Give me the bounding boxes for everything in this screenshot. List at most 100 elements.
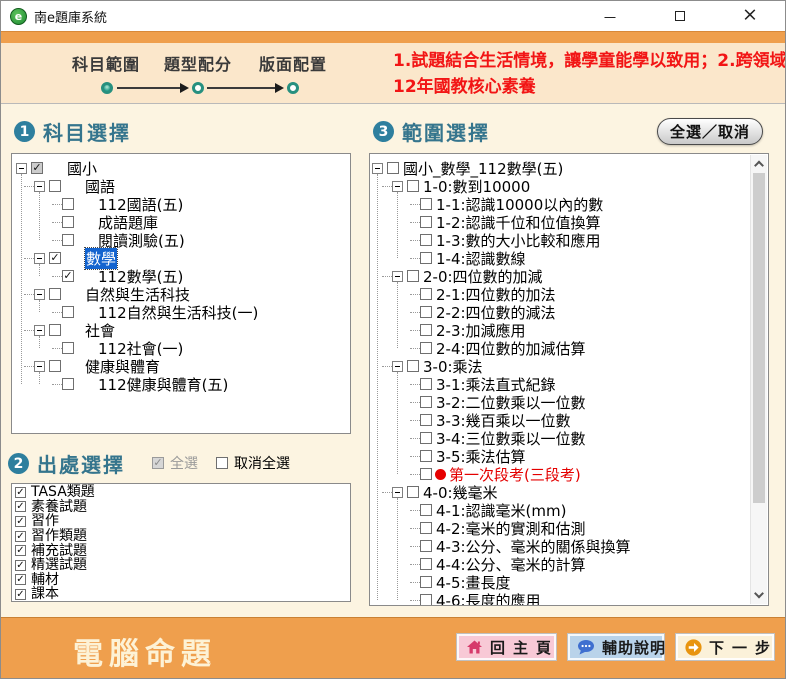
checkbox[interactable]: ✓ bbox=[15, 560, 26, 571]
collapse-toggle-icon[interactable] bbox=[34, 325, 45, 336]
tree-node[interactable]: 3-2:二位數乘以一位數 bbox=[370, 393, 751, 411]
checkbox[interactable] bbox=[420, 576, 432, 588]
tree-node[interactable]: 國語 bbox=[12, 177, 350, 195]
checkbox[interactable]: ✓ bbox=[15, 501, 26, 512]
collapse-toggle-icon[interactable] bbox=[392, 361, 403, 372]
tree-node[interactable]: 2-4:四位數的加減估算 bbox=[370, 339, 751, 357]
checkbox[interactable] bbox=[49, 288, 61, 300]
checkbox[interactable]: ✓ bbox=[15, 574, 26, 585]
checkbox[interactable] bbox=[420, 324, 432, 336]
source-list-item[interactable]: ✓ 輔材 bbox=[12, 573, 350, 588]
tree-node[interactable]: 3-0:乘法 bbox=[370, 357, 751, 375]
checkbox[interactable] bbox=[407, 180, 419, 192]
checkbox[interactable] bbox=[420, 306, 432, 318]
checkbox[interactable]: ✓ bbox=[62, 270, 74, 282]
scroll-down-icon[interactable] bbox=[754, 589, 764, 599]
collapse-toggle-icon[interactable] bbox=[34, 361, 45, 372]
deselect-all-control[interactable]: 取消全選 bbox=[216, 453, 290, 473]
source-list-item[interactable]: ✓ 課本 bbox=[12, 587, 350, 602]
checkbox[interactable] bbox=[62, 306, 74, 318]
checkbox[interactable] bbox=[407, 270, 419, 282]
collapse-toggle-icon[interactable] bbox=[392, 487, 403, 498]
tree-node[interactable]: 第一次段考(三段考) bbox=[370, 465, 751, 483]
scrollbar[interactable] bbox=[750, 155, 767, 604]
checkbox[interactable] bbox=[49, 180, 61, 192]
tree-node[interactable]: 閱讀測驗(五) bbox=[12, 231, 350, 249]
source-list-item[interactable]: ✓ TASA類題 bbox=[12, 485, 350, 500]
checkbox[interactable] bbox=[420, 540, 432, 552]
collapse-toggle-icon[interactable] bbox=[16, 163, 27, 174]
checkbox[interactable]: ✓ bbox=[31, 162, 43, 174]
source-list-item[interactable]: ✓ 習作類題 bbox=[12, 529, 350, 544]
source-item-label[interactable]: 課本 bbox=[31, 587, 59, 601]
close-button[interactable]: × bbox=[715, 1, 785, 31]
tree-node[interactable]: 3-3:幾百乘以一位數 bbox=[370, 411, 751, 429]
source-item-label[interactable]: 補充試題 bbox=[31, 544, 87, 558]
checkbox[interactable] bbox=[49, 324, 61, 336]
select-all-control[interactable]: ✓ 全選 bbox=[152, 453, 198, 473]
tree-node[interactable]: 1-2:認識千位和位值換算 bbox=[370, 213, 751, 231]
checkbox[interactable] bbox=[420, 450, 432, 462]
tree-node[interactable]: 112國語(五) bbox=[12, 195, 350, 213]
tree-node[interactable]: 2-3:加減應用 bbox=[370, 321, 751, 339]
collapse-toggle-icon[interactable] bbox=[34, 181, 45, 192]
checkbox[interactable] bbox=[420, 504, 432, 516]
checkbox[interactable]: ✓ bbox=[15, 531, 26, 542]
tree-node[interactable]: 1-3:數的大小比較和應用 bbox=[370, 231, 751, 249]
source-item-label[interactable]: TASA類題 bbox=[31, 485, 95, 499]
deselect-all-checkbox[interactable] bbox=[216, 457, 228, 469]
select-all-checkbox[interactable]: ✓ bbox=[152, 457, 164, 469]
source-item-label[interactable]: 精選試題 bbox=[31, 558, 87, 572]
checkbox[interactable] bbox=[420, 558, 432, 570]
tree-node[interactable]: 2-2:四位數的減法 bbox=[370, 303, 751, 321]
tree-node[interactable]: ✓112數學(五) bbox=[12, 267, 350, 285]
minimize-button[interactable] bbox=[575, 1, 645, 31]
checkbox[interactable] bbox=[420, 198, 432, 210]
collapse-toggle-icon[interactable] bbox=[34, 253, 45, 264]
checkbox[interactable]: ✓ bbox=[15, 516, 26, 527]
tree-node[interactable]: 4-5:畫長度 bbox=[370, 573, 751, 591]
help-button[interactable]: 輔助說明 bbox=[567, 633, 665, 661]
tree-node[interactable]: 112健康與體育(五) bbox=[12, 375, 350, 393]
collapse-toggle-icon[interactable] bbox=[372, 163, 383, 174]
tree-node[interactable]: 成語題庫 bbox=[12, 213, 350, 231]
source-list-item[interactable]: ✓ 精選試題 bbox=[12, 558, 350, 573]
collapse-toggle-icon[interactable] bbox=[392, 181, 403, 192]
checkbox[interactable] bbox=[420, 378, 432, 390]
tree-node[interactable]: 社會 bbox=[12, 321, 350, 339]
checkbox[interactable] bbox=[420, 252, 432, 264]
checkbox[interactable] bbox=[387, 162, 399, 174]
tree-node[interactable]: 4-0:幾毫米 bbox=[370, 483, 751, 501]
checkbox[interactable] bbox=[62, 216, 74, 228]
scroll-up-icon[interactable] bbox=[754, 161, 764, 171]
tree-node[interactable]: 1-4:認識數線 bbox=[370, 249, 751, 267]
checkbox[interactable] bbox=[420, 396, 432, 408]
tree-node[interactable]: 2-0:四位數的加減 bbox=[370, 267, 751, 285]
next-step-button[interactable]: 下一步 bbox=[675, 633, 775, 661]
checkbox[interactable] bbox=[420, 288, 432, 300]
checkbox[interactable] bbox=[420, 468, 432, 480]
scrollbar-thumb[interactable] bbox=[753, 173, 765, 503]
home-button[interactable]: 回主頁 bbox=[456, 633, 557, 661]
tree-node[interactable]: 1-1:認識10000以內的數 bbox=[370, 195, 751, 213]
tree-node[interactable]: 3-5:乘法估算 bbox=[370, 447, 751, 465]
source-list-item[interactable]: ✓素養試題 bbox=[12, 500, 350, 515]
checkbox[interactable] bbox=[420, 432, 432, 444]
checkbox[interactable]: ✓ bbox=[15, 589, 26, 600]
source-item-label[interactable]: 輔材 bbox=[31, 573, 59, 587]
tree-node[interactable]: 3-1:乘法直式紀錄 bbox=[370, 375, 751, 393]
source-item-label[interactable]: 習作類題 bbox=[31, 529, 87, 543]
select-toggle-button[interactable]: 全選／取消 bbox=[657, 118, 763, 145]
tree-node-label[interactable]: 112健康與體育(五) bbox=[98, 374, 228, 395]
tree-node[interactable]: ✓數學 bbox=[12, 249, 350, 267]
tree-node[interactable]: 健康與體育 bbox=[12, 357, 350, 375]
tree-node[interactable]: 國小_數學_112數學(五) bbox=[370, 159, 751, 177]
checkbox[interactable]: ✓ bbox=[49, 252, 61, 264]
tree-node[interactable]: 4-4:公分、毫米的計算 bbox=[370, 555, 751, 573]
checkbox[interactable]: ✓ bbox=[15, 487, 26, 498]
tree-node-label[interactable]: 4-6:長度的應用 bbox=[436, 590, 541, 607]
source-list-item[interactable]: ✓補充試題 bbox=[12, 543, 350, 558]
checkbox[interactable] bbox=[420, 216, 432, 228]
checkbox[interactable] bbox=[49, 360, 61, 372]
source-item-label[interactable]: 習作 bbox=[31, 514, 59, 528]
